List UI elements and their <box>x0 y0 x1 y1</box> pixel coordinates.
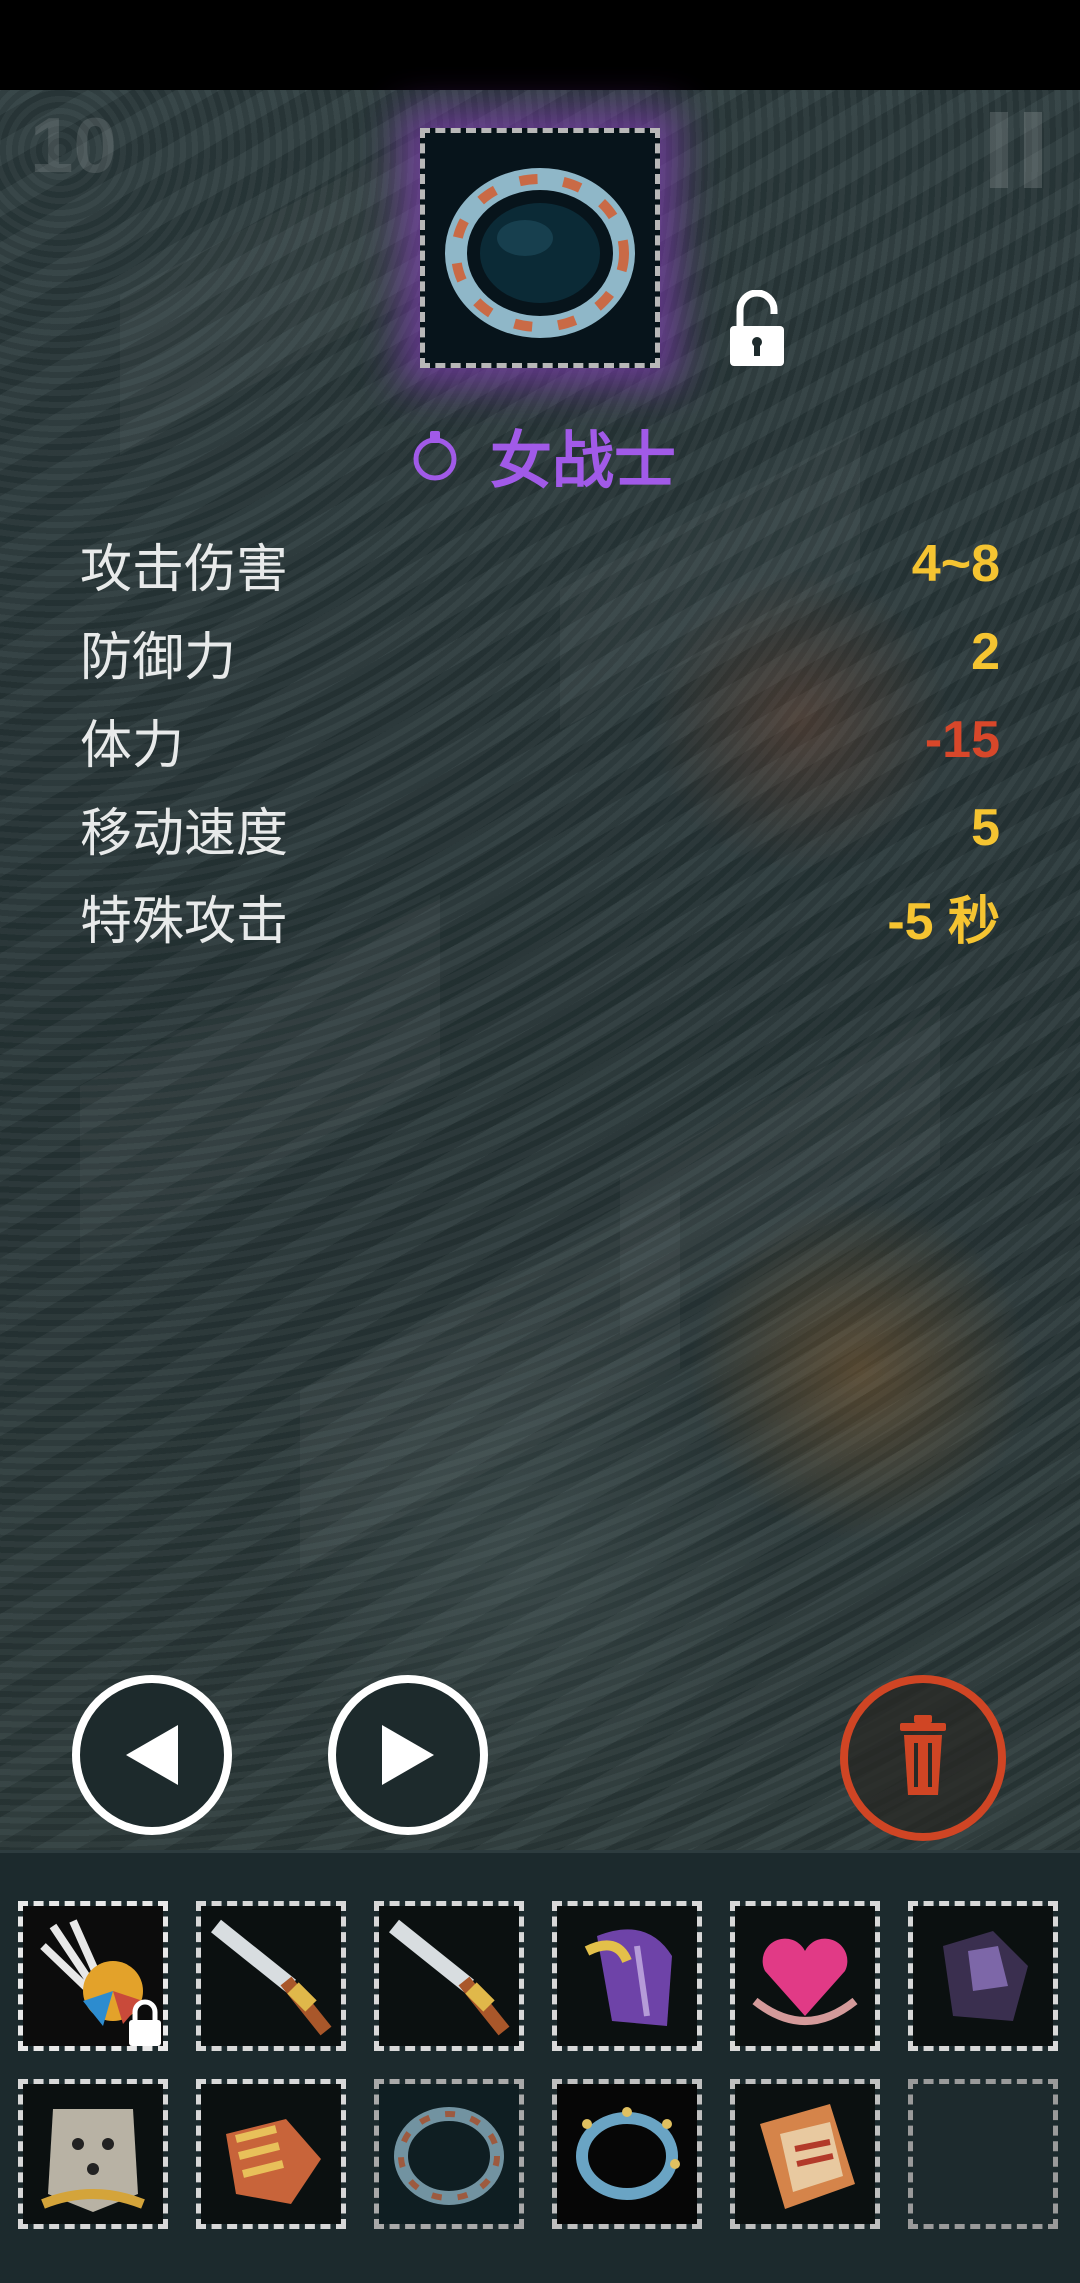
stat-row-stamina: 体力 -15 <box>80 696 1000 784</box>
stat-value: 2 <box>971 623 1000 681</box>
inventory-slot[interactable] <box>18 1901 168 2051</box>
stat-row-special-attack: 特殊攻击 -5 秒 <box>80 872 1000 960</box>
stat-label: 特殊攻击 <box>80 891 289 952</box>
triangle-right-icon <box>382 1725 434 1785</box>
fist-gauntlet-icon <box>201 2084 341 2224</box>
stat-row-defense: 防御力 2 <box>80 608 1000 696</box>
stat-label: 防御力 <box>80 627 237 688</box>
stat-label: 攻击伤害 <box>80 539 289 600</box>
talisman-tag-icon <box>735 2084 875 2224</box>
inventory-slot[interactable] <box>374 1901 524 2051</box>
triangle-left-icon <box>126 1725 178 1785</box>
inventory-panel <box>0 1850 1080 2283</box>
inventory-slot[interactable] <box>730 1901 880 2051</box>
inventory-slot[interactable] <box>908 1901 1058 2051</box>
stat-label: 体力 <box>80 715 185 776</box>
ring-category-icon <box>413 431 457 481</box>
stat-row-attack: 攻击伤害 4~8 <box>80 520 1000 608</box>
spear-icon <box>379 1906 519 2046</box>
inventory-slot[interactable] <box>552 2079 702 2229</box>
discard-button[interactable] <box>840 1675 1006 1841</box>
stat-value: 4~8 <box>911 535 1000 593</box>
stat-row-move-speed: 移动速度 5 <box>80 784 1000 872</box>
pause-icon[interactable] <box>990 112 1042 188</box>
dark-crystal-icon <box>913 1906 1053 2046</box>
next-item-button[interactable] <box>328 1675 488 1835</box>
unlock-icon[interactable] <box>726 290 788 368</box>
purple-gauntlet-icon <box>557 1906 697 2046</box>
ring-icon <box>379 2084 519 2224</box>
stat-value: -15 <box>924 711 1000 769</box>
item-portrait <box>420 128 660 368</box>
inventory-slot[interactable] <box>196 2079 346 2229</box>
trash-icon <box>900 1715 946 1795</box>
heart-amulet-icon <box>735 1906 875 2046</box>
item-title: 女战士 <box>412 410 676 500</box>
stats-list: 攻击伤害 4~8 防御力 2 体力 -15 移动速度 5 特殊攻击 -5 秒 <box>80 520 1000 960</box>
ring-art <box>425 133 655 363</box>
item-name: 女战士 <box>490 427 677 496</box>
stat-value: 5 <box>971 799 1000 857</box>
inventory-slot[interactable] <box>552 1901 702 2051</box>
inventory-slot-selected[interactable] <box>374 2079 524 2229</box>
empty-slot[interactable] <box>908 2079 1058 2229</box>
inventory-slot[interactable] <box>730 2079 880 2229</box>
stat-value: -5 秒 <box>887 892 1000 951</box>
stone-mask-icon <box>23 2084 163 2224</box>
prev-item-button[interactable] <box>72 1675 232 1835</box>
spiked-ring-icon <box>557 2084 697 2224</box>
status-bar <box>0 0 1080 90</box>
stat-label: 移动速度 <box>80 803 289 864</box>
inventory-slot[interactable] <box>196 1901 346 2051</box>
lock-icon <box>129 1999 161 2046</box>
spear-icon <box>201 1906 341 2046</box>
level-indicator: 10 <box>30 101 117 189</box>
inventory-slot[interactable] <box>18 2079 168 2229</box>
